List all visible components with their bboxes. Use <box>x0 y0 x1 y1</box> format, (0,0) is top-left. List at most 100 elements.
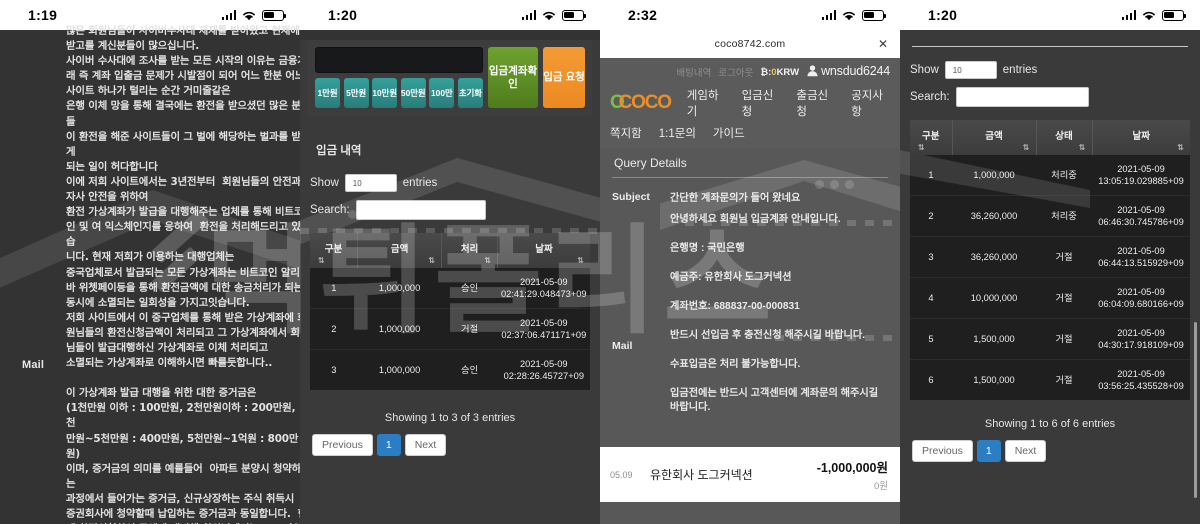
column-header-no[interactable]: 구분 ⇅ <box>310 233 359 268</box>
username-display[interactable]: wnsdud6244 <box>806 64 890 80</box>
deposit-request-button[interactable]: 입금 요청 <box>543 47 585 108</box>
section-title: 입금 내역 <box>316 145 362 157</box>
cell-status: 처리중 <box>1036 155 1092 196</box>
previous-button[interactable]: Previous <box>912 440 973 462</box>
table-header-row: 구분 ⇅ 금액 ⇅ 상태 ⇅ 날짜 ⇅ <box>910 120 1190 155</box>
amount-chip-10k[interactable]: 1만원 <box>315 78 341 108</box>
deposit-amount-input[interactable] <box>315 47 483 73</box>
status-time: 1:20 <box>928 7 958 23</box>
table-row: 5 1,500,000 거절 2021-05-09 04:30:17.918109… <box>910 318 1190 360</box>
cell-status: 거절 <box>1036 236 1092 278</box>
site-logo[interactable]: O COCO <box>610 92 672 114</box>
cell-date: 2021-05-09 02:37:06.471171+09 <box>497 308 590 350</box>
scrollbar-thumb[interactable] <box>1194 322 1197 498</box>
site-header: 배팅내역 로그아웃 ₿:0KRW wnsdud6244 O COCO 게임하기 입… <box>600 58 900 148</box>
panel-withdraw-history: 1:20 Show 10 entries Search: 구분 ⇅ 금액 ⇅ 상… <box>900 0 1200 524</box>
sort-icon: ⇅ <box>1177 143 1184 152</box>
amount-chip-reset[interactable]: 초기화 <box>457 78 483 108</box>
cell-amount: 36,260,000 <box>952 195 1036 237</box>
nav-item-guide[interactable]: 가이드 <box>713 125 745 141</box>
transaction-amounts: -1,000,000원 0원 <box>817 457 888 492</box>
cell-date: 2021-05-09 02:28:26.45727+09 <box>497 349 590 390</box>
amount-chip-500k[interactable]: 50만원 <box>400 78 426 108</box>
entries-select[interactable]: 10 <box>344 174 397 192</box>
search-input[interactable] <box>955 87 1089 107</box>
table-row: 1 1,000,000 처리중 2021-05-09 13:05:19.02988… <box>910 155 1190 196</box>
pagination: Previous 1 Next <box>910 440 1190 462</box>
transaction-name: 유한회사 도그커넥션 <box>650 468 753 482</box>
nav-item-inbox[interactable]: 쪽지함 <box>610 125 642 141</box>
cell-status: 처리중 <box>1036 195 1092 237</box>
entries-select[interactable]: 10 <box>944 61 997 79</box>
status-icons <box>221 9 287 21</box>
column-header-amount[interactable]: 금액 ⇅ <box>952 120 1037 155</box>
status-time: 1:19 <box>28 7 58 23</box>
browser-url-bar[interactable]: coco8742.com ✕ <box>600 30 900 58</box>
panel-browser-query-details: 2:32 coco8742.com ✕ 배팅내역 로그아웃 ₿:0KRW wns… <box>600 0 900 524</box>
column-header-status[interactable]: 처리 ⇅ <box>441 233 499 268</box>
column-header-date[interactable]: 날짜 ⇅ <box>497 233 590 268</box>
wifi-icon <box>542 10 556 21</box>
deposit-datatable: Show 10 entries Search: 구분 ⇅ 금액 ⇅ 처리 ⇅ 날… <box>300 174 600 456</box>
previous-button[interactable]: Previous <box>312 434 373 456</box>
cell-amount: 1,500,000 <box>952 318 1036 360</box>
column-header-no[interactable]: 구분 ⇅ <box>910 120 953 155</box>
btc-balance: ₿:0KRW <box>760 66 800 78</box>
btc-currency: KRW <box>776 66 800 78</box>
nav-item-withdraw[interactable]: 출금신청 <box>796 87 835 119</box>
next-button[interactable]: Next <box>1004 440 1047 462</box>
cell-amount: 1,500,000 <box>952 359 1036 400</box>
cell-amount: 1,000,000 <box>357 308 442 350</box>
withdraw-datatable: Show 10 entries Search: 구분 ⇅ 금액 ⇅ 상태 ⇅ 날… <box>900 61 1200 462</box>
battery-icon <box>262 9 287 21</box>
bet-history-link[interactable]: 배팅내역 <box>676 65 711 79</box>
status-time: 1:20 <box>328 7 358 23</box>
amount-chip-100k[interactable]: 10만원 <box>372 78 398 108</box>
show-label: Show <box>910 64 939 76</box>
amount-chip-1m[interactable]: 100만 <box>429 78 455 108</box>
logout-link[interactable]: 로그아웃 <box>718 65 753 79</box>
status-icons <box>521 9 587 21</box>
signal-icon <box>521 10 536 20</box>
cell-no: 5 <box>910 318 952 360</box>
page-button-1[interactable]: 1 <box>376 434 401 456</box>
brand-nav-row: O COCO 게임하기 입금신청 출금신청 공지사항 <box>610 87 890 119</box>
subject-row: Subject 간단한 계좌문의가 들어 왔네요 <box>612 191 888 206</box>
table-row: 6 1,500,000 거절 2021-05-09 03:56:25.435528… <box>910 359 1190 400</box>
page-button-1[interactable]: 1 <box>976 440 1001 462</box>
nav-item-deposit[interactable]: 입금신청 <box>742 87 781 119</box>
bitcoin-icon: ₿ <box>760 66 769 78</box>
nav-item-notice[interactable]: 공지사항 <box>851 87 890 119</box>
mail-key-label: Mail <box>612 340 633 352</box>
nav-item-support[interactable]: 1:1문의 <box>659 125 696 141</box>
url-text: coco8742.com <box>714 38 786 50</box>
withdraw-table: 구분 ⇅ 금액 ⇅ 상태 ⇅ 날짜 ⇅ 1 1,000,000 처리중 2021-05-… <box>910 120 1190 400</box>
mail-body: 안녕하세요 회원님 입금계좌 안내입니다. 은행명 : 국민은행 예금주: 유한… <box>670 213 888 415</box>
cell-status: 거절 <box>1036 318 1092 360</box>
table-row: 1 1,000,000 승인 2021-05-09 02:41:29.048473… <box>310 268 590 309</box>
battery-icon <box>562 9 587 21</box>
mail-body: Mail 많은 회원님들이 사이버수사대 제재를 받아왔고 현재에도 받고를 계… <box>0 25 300 524</box>
confirm-account-button[interactable]: 입금계좌확인 <box>488 47 538 108</box>
wifi-icon <box>842 10 856 21</box>
next-button[interactable]: Next <box>404 434 447 456</box>
column-header-date[interactable]: 날짜 ⇅ <box>1092 120 1190 155</box>
column-header-status[interactable]: 상태 ⇅ <box>1036 120 1093 155</box>
column-header-amount[interactable]: 금액 ⇅ <box>357 233 443 268</box>
divider <box>612 177 888 178</box>
page-title: Query Details <box>614 156 687 170</box>
user-icon <box>806 64 819 80</box>
cell-date: 2021-05-09 04:30:17.918109+09 <box>1092 318 1190 360</box>
divider <box>912 46 1188 47</box>
amount-chip-50k[interactable]: 5만원 <box>343 78 369 108</box>
panel-deposit-history: 1:20 1만원 5만원 10만원 50만원 100만 초기화 입금계좌확인 입… <box>300 0 600 524</box>
nav-item-play[interactable]: 게임하기 <box>687 87 726 119</box>
entries-label: entries <box>1002 64 1038 76</box>
sort-icon: ⇅ <box>428 256 436 265</box>
close-icon[interactable]: ✕ <box>878 37 888 51</box>
mail-line-check: 수표입금은 처리 불가능합니다. <box>670 359 801 370</box>
battery-icon <box>862 9 887 21</box>
cell-status: 승인 <box>441 268 498 309</box>
username-text: wnsdud6244 <box>821 64 890 78</box>
search-label: Search: <box>910 91 950 103</box>
